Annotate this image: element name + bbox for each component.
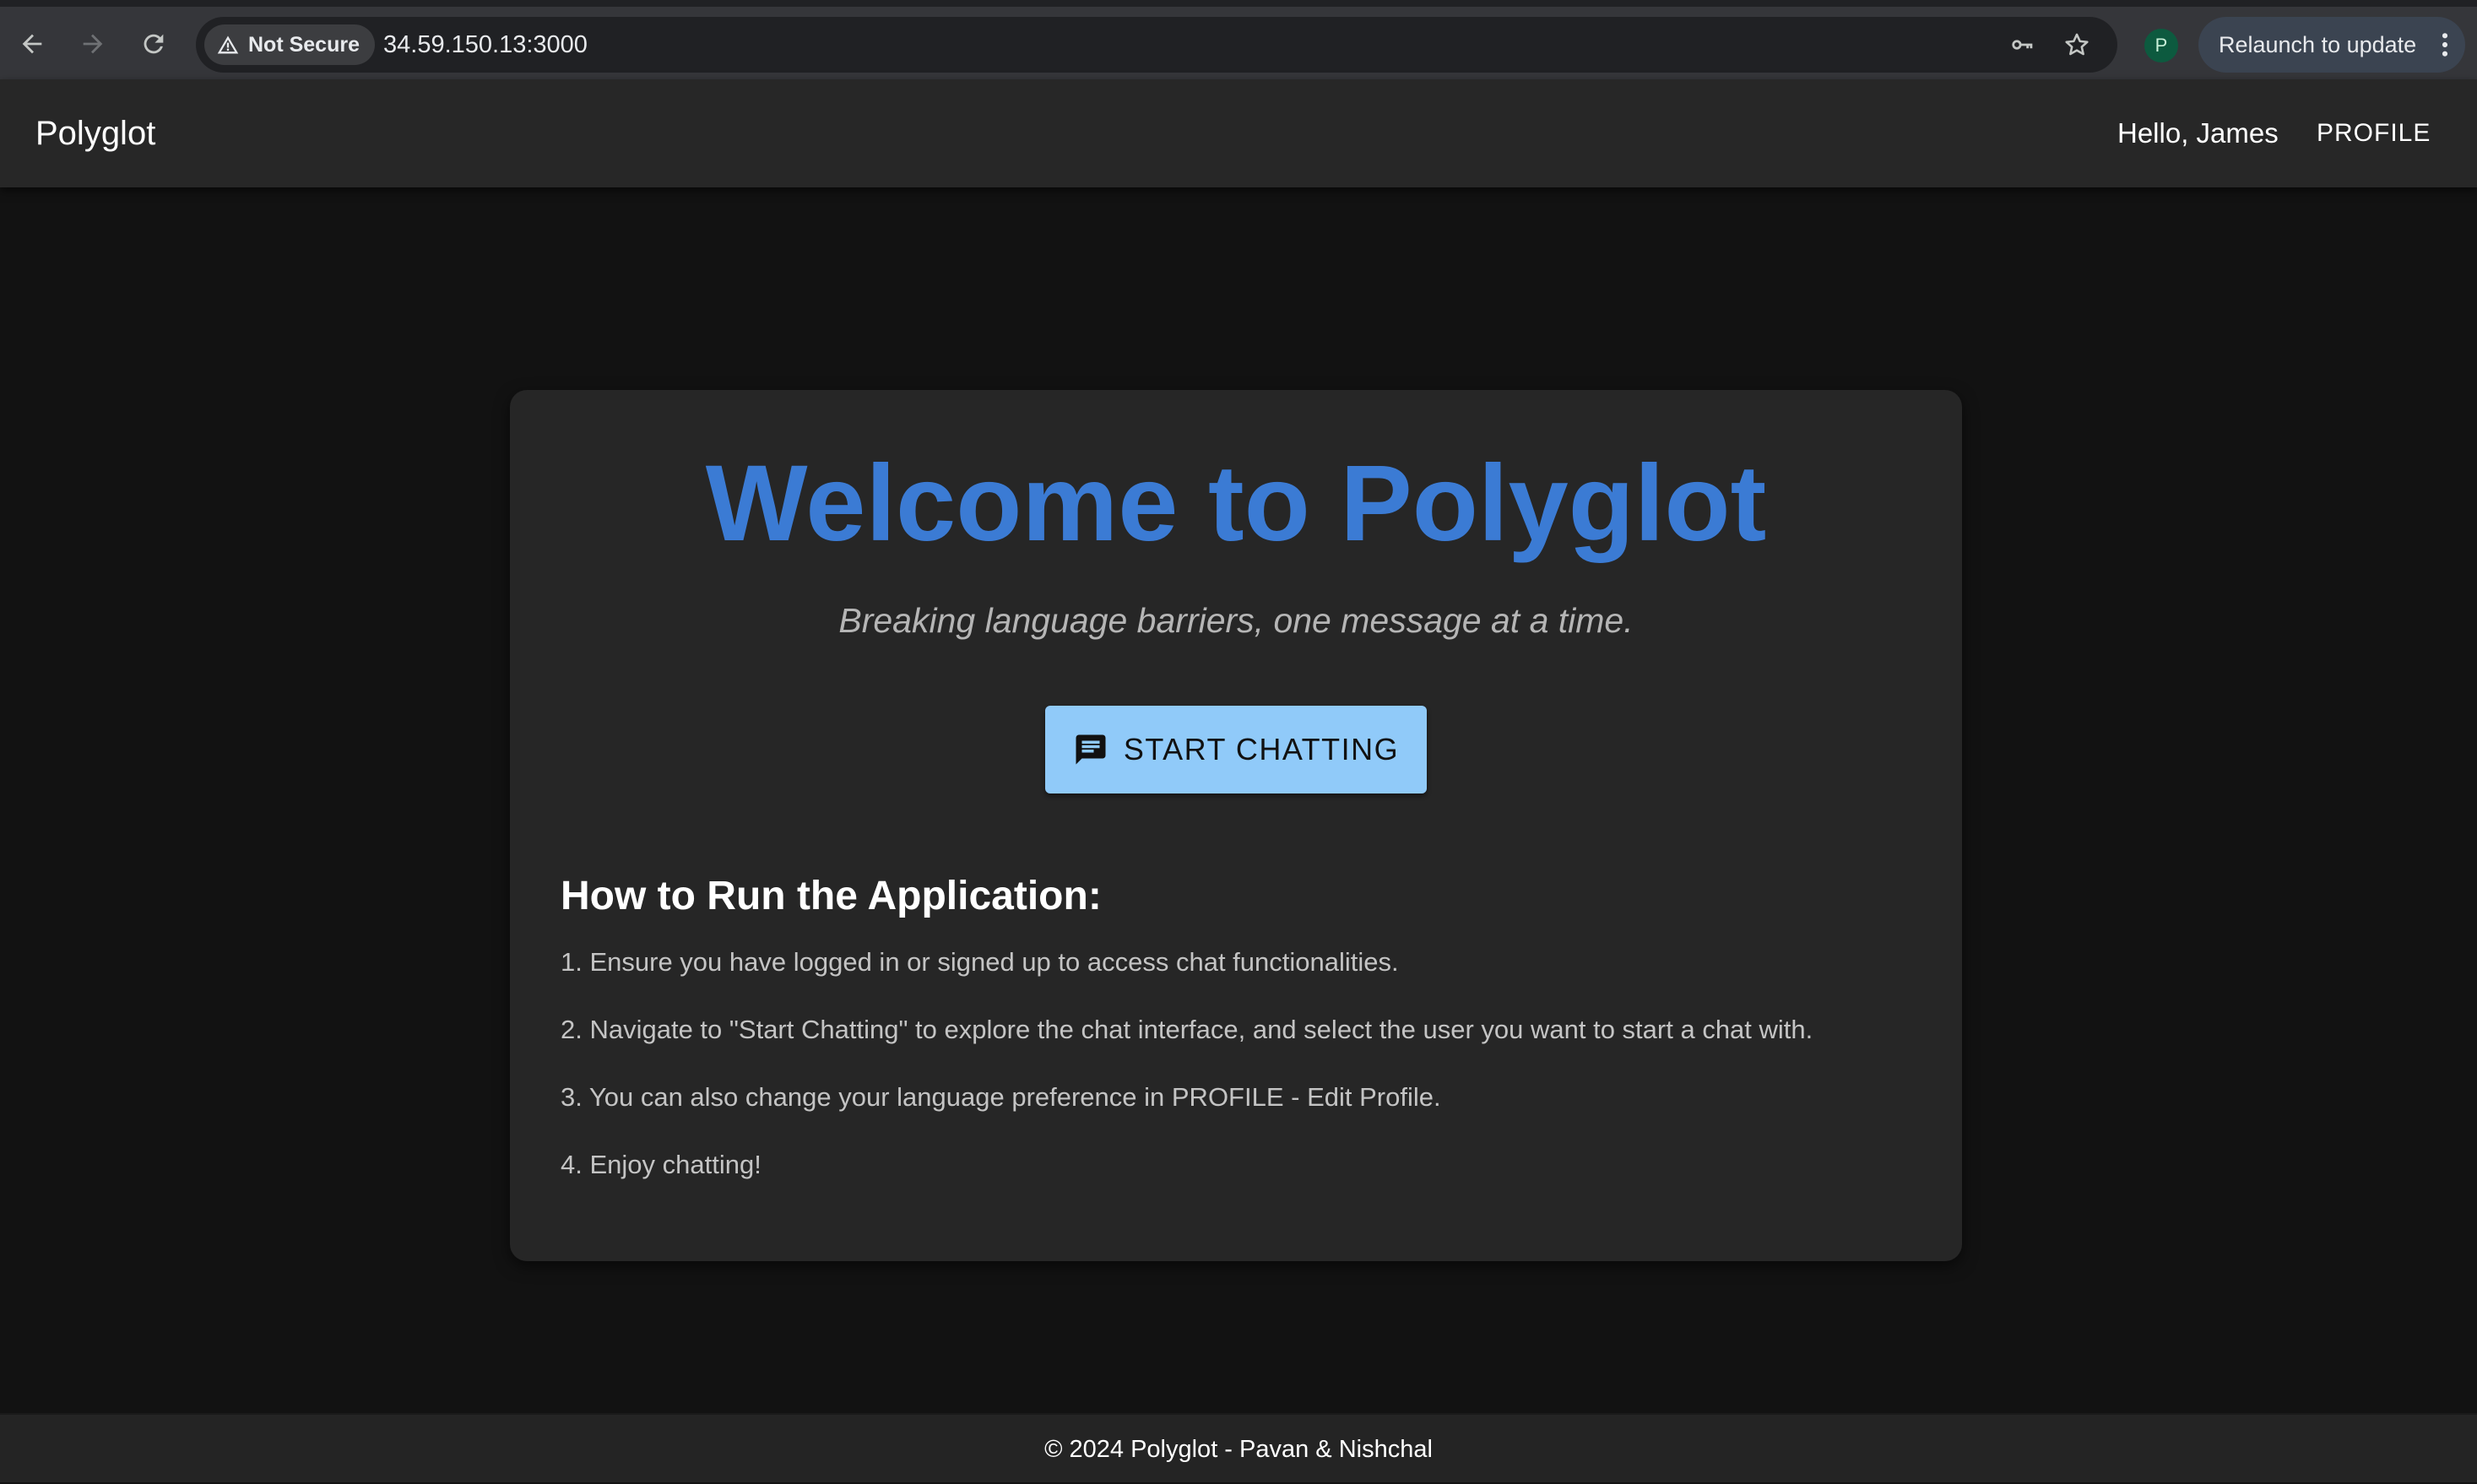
url-text[interactable]: 34.59.150.13:3000 <box>383 17 588 73</box>
chat-bubble-icon <box>1076 734 1106 765</box>
relaunch-button[interactable]: Relaunch to update <box>2198 17 2465 73</box>
security-label: Not Secure <box>248 32 360 57</box>
reload-button[interactable] <box>130 20 177 68</box>
howto-heading: How to Run the Application: <box>561 874 1102 918</box>
star-icon <box>2065 33 2089 56</box>
arrow-right-icon <box>83 34 103 54</box>
start-chatting-label: START CHATTING <box>1123 732 1400 766</box>
user-greeting: Hello, James <box>2117 117 2279 149</box>
browser-toolbar: Not Secure 34.59.150.13:3000 P Relaunch … <box>0 0 2477 79</box>
kebab-menu-icon <box>2442 33 2448 57</box>
list-item: 3. You can also change your language pre… <box>561 1082 1441 1112</box>
app-header: Polyglot Hello, James PROFILE <box>0 79 2477 187</box>
start-chatting-button[interactable]: START CHATTING <box>1045 706 1427 793</box>
brand-logo-text[interactable]: Polyglot <box>35 79 155 187</box>
page-title: Welcome to Polyglot <box>705 443 1767 564</box>
relaunch-label: Relaunch to update <box>2219 31 2417 57</box>
password-manager-button[interactable] <box>2006 28 2040 62</box>
steps-list: 1. Ensure you have logged in or signed u… <box>561 947 1928 1217</box>
copyright-text: © 2024 Polyglot - Pavan & Nishchal <box>1044 1436 1433 1463</box>
forward-button[interactable] <box>69 20 117 68</box>
back-button[interactable] <box>8 20 56 68</box>
tagline: Breaking language barriers, one message … <box>838 601 1634 640</box>
footer: © 2024 Polyglot - Pavan & Nishchal <box>0 1413 2477 1482</box>
bookmark-button[interactable] <box>2060 28 2094 62</box>
reload-icon <box>144 34 164 54</box>
list-item: 2. Navigate to "Start Chatting" to explo… <box>561 1015 1813 1044</box>
address-bar[interactable]: Not Secure 34.59.150.13:3000 <box>196 17 2117 73</box>
warning-triangle-icon <box>217 35 239 54</box>
profile-button[interactable]: PROFILE <box>2317 79 2431 187</box>
list-item: 1. Ensure you have logged in or signed u… <box>561 947 1399 977</box>
key-icon <box>2012 40 2033 50</box>
profile-avatar[interactable]: P <box>2144 29 2178 62</box>
list-item: 4. Enjoy chatting! <box>561 1150 762 1179</box>
security-indicator[interactable]: Not Secure <box>204 24 375 65</box>
arrow-left-icon <box>22 34 42 54</box>
welcome-card: Welcome to Polyglot Breaking language ba… <box>510 390 1962 1261</box>
